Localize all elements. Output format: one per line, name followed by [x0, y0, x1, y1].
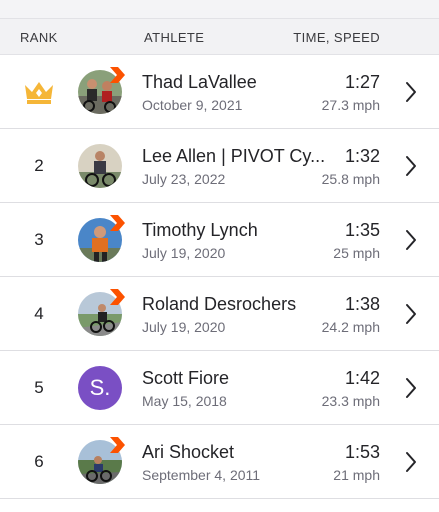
- athlete-column-header: ATHLETE: [144, 30, 205, 45]
- chevron-right-icon[interactable]: [405, 229, 417, 251]
- effort-date: May 15, 2018: [142, 393, 227, 409]
- effort-speed: 27.3 mph: [321, 97, 380, 113]
- athlete-name: Timothy Lynch: [142, 220, 258, 240]
- rank-column-header: RANK: [20, 30, 58, 45]
- athlete-name: Thad LaVallee: [142, 72, 257, 92]
- effort-date: July 19, 2020: [142, 245, 226, 261]
- effort-speed: 25 mph: [333, 245, 380, 261]
- leaderboard-row[interactable]: Thad LaVallee October 9, 2021 1:27 27.3 …: [0, 55, 439, 129]
- top-strip: [0, 0, 439, 18]
- athlete-name: Roland Desrochers: [142, 294, 297, 314]
- effort-time: 1:38: [344, 294, 380, 314]
- rank-number: 6: [34, 452, 44, 471]
- rank-number: 5: [34, 378, 44, 397]
- rank-number: 4: [34, 304, 44, 323]
- effort-speed: 25.8 mph: [321, 171, 380, 187]
- effort-speed: 24.2 mph: [321, 319, 380, 335]
- athlete-name: Lee Allen | PIVOT Cy...: [142, 146, 326, 166]
- leaderboard-row[interactable]: 2 Lee Allen | PIVOT Cy... July 23, 2022 …: [0, 129, 439, 203]
- leaderboard-row[interactable]: 3 Timothy Lynch July 19, 2020 1:35 25 mp…: [0, 203, 439, 277]
- crown-icon: [25, 82, 53, 104]
- effort-speed: 21 mph: [333, 467, 380, 483]
- athlete-avatar[interactable]: [78, 215, 125, 262]
- athlete-avatar[interactable]: [78, 289, 125, 336]
- effort-date: July 19, 2020: [142, 319, 226, 335]
- avatar-initial: S.: [78, 366, 122, 410]
- rank-cell: [18, 55, 60, 129]
- effort-date: September 4, 2011: [142, 467, 261, 483]
- subscriber-badge-icon: [110, 437, 125, 453]
- athlete-avatar[interactable]: [78, 437, 125, 484]
- chevron-right-icon[interactable]: [405, 155, 417, 177]
- subscriber-badge-icon: [110, 67, 125, 83]
- effort-date: October 9, 2021: [142, 97, 243, 113]
- rank-number: 3: [34, 230, 44, 249]
- athlete-name: Ari Shocket: [142, 442, 235, 462]
- effort-speed: 23.3 mph: [321, 393, 380, 409]
- chevron-right-icon[interactable]: [405, 377, 417, 399]
- time-speed-column-header: TIME, SPEED: [293, 30, 380, 45]
- chevron-right-icon[interactable]: [405, 451, 417, 473]
- effort-time: 1:35: [344, 220, 380, 240]
- leaderboard-row[interactable]: 6 Ari Shocket September 4, 2011 1:53 21 …: [0, 425, 439, 499]
- athlete-avatar[interactable]: [78, 144, 122, 188]
- leaderboard-row[interactable]: 5 S. Scott Fiore May 15, 2018 1:42 23.3 …: [0, 351, 439, 425]
- effort-date: July 23, 2022: [142, 171, 226, 187]
- athlete-avatar[interactable]: S.: [78, 366, 122, 410]
- effort-time: 1:53: [344, 442, 380, 462]
- leaderboard-row[interactable]: 4 Roland Desrochers July 19, 2020 1:38 2…: [0, 277, 439, 351]
- chevron-right-icon[interactable]: [405, 81, 417, 103]
- effort-time: 1:27: [344, 72, 380, 92]
- effort-time: 1:32: [344, 146, 380, 166]
- effort-time: 1:42: [344, 368, 380, 388]
- athlete-avatar[interactable]: [78, 67, 125, 114]
- rank-number: 2: [34, 156, 44, 175]
- chevron-right-icon[interactable]: [405, 303, 417, 325]
- leaderboard-header: RANK ATHLETE TIME, SPEED: [0, 18, 439, 55]
- leaderboard-list: Thad LaVallee October 9, 2021 1:27 27.3 …: [0, 55, 439, 499]
- subscriber-badge-icon: [110, 215, 125, 231]
- subscriber-badge-icon: [110, 289, 125, 305]
- athlete-name: Scott Fiore: [142, 368, 230, 388]
